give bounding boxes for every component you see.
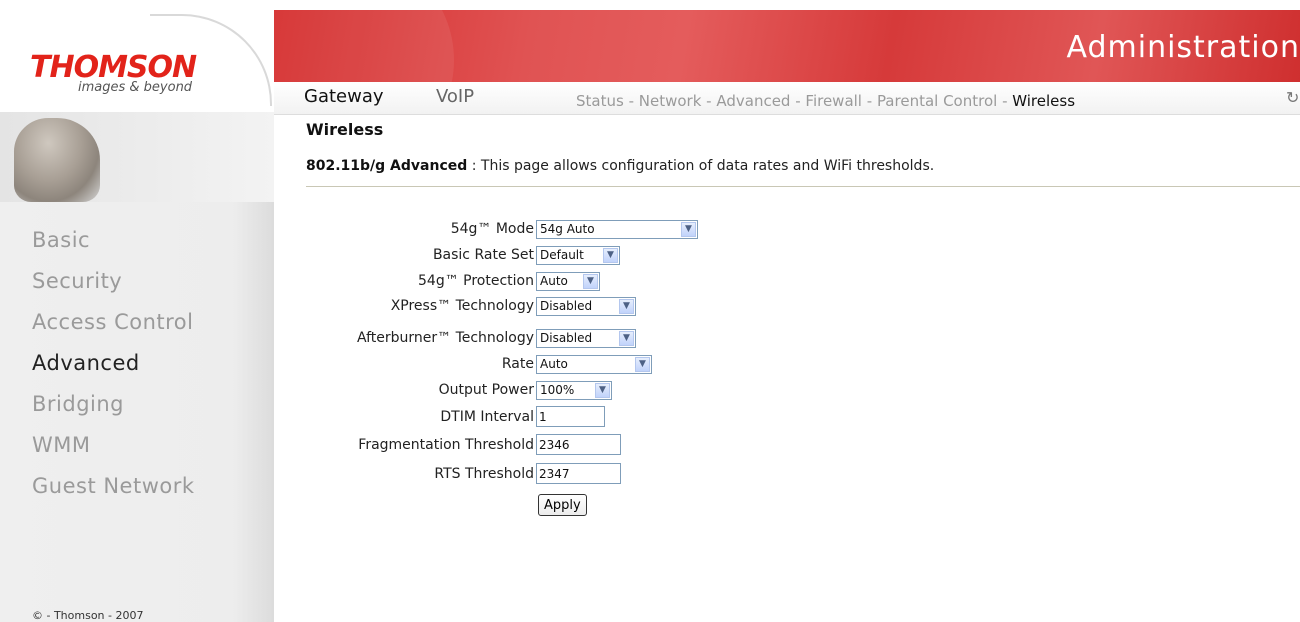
subnav-firewall[interactable]: Firewall <box>805 92 862 110</box>
label-rate: Rate <box>501 356 534 372</box>
top-navigation: Gateway VoIP Status - Network - Advanced… <box>274 82 1300 115</box>
select-afterburner-value: Disabled <box>540 331 593 345</box>
label-xpress: XPress™ Technology <box>390 298 534 314</box>
chevron-down-icon: ▼ <box>635 356 650 372</box>
divider <box>306 186 1300 187</box>
select-protection-value: Auto <box>540 274 568 288</box>
row-output-power: Output Power <box>306 379 534 401</box>
sidebar-item-wmm[interactable]: WMM <box>0 425 274 466</box>
label-54g-mode: 54g™ Mode <box>450 221 534 237</box>
chevron-down-icon: ▼ <box>583 273 598 289</box>
select-rate-wrap: Auto ▼ <box>536 353 652 374</box>
description-text: : This page allows configuration of data… <box>467 158 935 174</box>
page-header-title: Administration <box>1066 30 1300 65</box>
thomson-logo: THOMSON images & beyond <box>0 0 274 112</box>
header-photo <box>0 112 274 202</box>
select-protection[interactable]: Auto ▼ <box>536 271 600 291</box>
subnav-advanced[interactable]: Advanced <box>716 92 790 110</box>
row-afterburner: Afterburner™ Technology <box>306 327 534 349</box>
logo-tagline: images & beyond <box>78 80 193 95</box>
header-banner: Administration <box>274 10 1300 82</box>
select-output-power-wrap: 100% ▼ <box>536 379 612 400</box>
subnav-separator: - <box>623 92 639 110</box>
sidebar-item-advanced[interactable]: Advanced <box>0 343 274 384</box>
sidebar-item-basic[interactable]: Basic <box>0 220 274 261</box>
sidebar-item-guest-network[interactable]: Guest Network <box>0 466 274 507</box>
person-image <box>14 118 100 202</box>
page-description: 802.11b/g Advanced : This page allows co… <box>306 158 934 174</box>
row-fragmentation: Fragmentation Threshold <box>306 434 534 456</box>
banner-decoration <box>274 10 454 82</box>
select-afterburner[interactable]: Disabled ▼ <box>536 328 636 348</box>
subnav-network[interactable]: Network <box>639 92 702 110</box>
select-xpress-wrap: Disabled ▼ <box>536 295 636 316</box>
row-rts: RTS Threshold <box>306 463 534 485</box>
sidebar-nav: Basic Security Access Control Advanced B… <box>0 220 274 507</box>
input-dtim-interval[interactable]: 1 <box>536 406 605 427</box>
input-rts-wrap: 2347 <box>536 463 621 484</box>
page-title: Wireless <box>306 120 384 139</box>
tab-gateway[interactable]: Gateway <box>304 86 384 107</box>
copyright: © - Thomson - 2007 <box>32 609 144 622</box>
subnav-wireless[interactable]: Wireless <box>1012 92 1075 110</box>
row-dtim: DTIM Interval <box>306 406 534 428</box>
select-rate[interactable]: Auto ▼ <box>536 354 652 374</box>
select-output-power-value: 100% <box>540 383 575 397</box>
select-rate-value: Auto <box>540 357 568 371</box>
input-rts-threshold[interactable]: 2347 <box>536 463 621 484</box>
select-afterburner-wrap: Disabled ▼ <box>536 327 636 348</box>
left-column: THOMSON images & beyond Basic Security A… <box>0 0 274 622</box>
subnav-separator: - <box>701 92 717 110</box>
chevron-down-icon: ▼ <box>595 382 610 398</box>
sidebar-item-access-control[interactable]: Access Control <box>0 302 274 343</box>
row-basic-rate: Basic Rate Set <box>306 244 534 266</box>
row-protection: 54g™ Protection <box>306 270 534 292</box>
subnav-separator: - <box>790 92 806 110</box>
select-54g-mode-wrap: 54g Auto ▼ <box>536 218 698 239</box>
label-fragmentation: Fragmentation Threshold <box>358 437 534 453</box>
label-protection: 54g™ Protection <box>418 273 534 289</box>
input-fragmentation-threshold[interactable]: 2346 <box>536 434 621 455</box>
select-xpress-value: Disabled <box>540 299 593 313</box>
select-basic-rate-value: Default <box>540 248 584 262</box>
select-xpress[interactable]: Disabled ▼ <box>536 296 636 316</box>
row-rate: Rate <box>306 353 534 375</box>
label-dtim: DTIM Interval <box>440 409 534 425</box>
label-output-power: Output Power <box>438 382 534 398</box>
input-dtim-wrap: 1 <box>536 406 605 427</box>
sidebar: Basic Security Access Control Advanced B… <box>0 202 274 622</box>
select-54g-mode[interactable]: 54g Auto ▼ <box>536 219 698 239</box>
sidebar-item-security[interactable]: Security <box>0 261 274 302</box>
select-basic-rate-wrap: Default ▼ <box>536 244 620 265</box>
label-basic-rate: Basic Rate Set <box>432 247 534 263</box>
chevron-down-icon: ▼ <box>681 221 696 237</box>
loading-icon: ↻ <box>1286 88 1300 107</box>
row-54g-mode: 54g™ Mode <box>306 218 534 240</box>
chevron-down-icon: ▼ <box>603 247 618 263</box>
label-rts: RTS Threshold <box>434 466 534 482</box>
subnav-separator: - <box>997 92 1013 110</box>
label-afterburner: Afterburner™ Technology <box>356 330 534 346</box>
subnav-status[interactable]: Status <box>576 92 624 110</box>
input-fragmentation-wrap: 2346 <box>536 434 621 455</box>
description-title: 802.11b/g Advanced <box>306 158 468 174</box>
subnav-separator: - <box>861 92 877 110</box>
chevron-down-icon: ▼ <box>619 298 634 314</box>
select-protection-wrap: Auto ▼ <box>536 270 600 291</box>
select-basic-rate[interactable]: Default ▼ <box>536 245 620 265</box>
tab-voip[interactable]: VoIP <box>436 86 474 107</box>
row-xpress: XPress™ Technology <box>306 295 534 317</box>
select-54g-mode-value: 54g Auto <box>540 222 595 236</box>
chevron-down-icon: ▼ <box>619 330 634 346</box>
subnav-parental-control[interactable]: Parental Control <box>877 92 997 110</box>
sub-navigation: Status - Network - Advanced - Firewall -… <box>576 92 1075 110</box>
select-output-power[interactable]: 100% ▼ <box>536 380 612 400</box>
sidebar-item-bridging[interactable]: Bridging <box>0 384 274 425</box>
apply-button[interactable]: Apply <box>538 494 587 516</box>
